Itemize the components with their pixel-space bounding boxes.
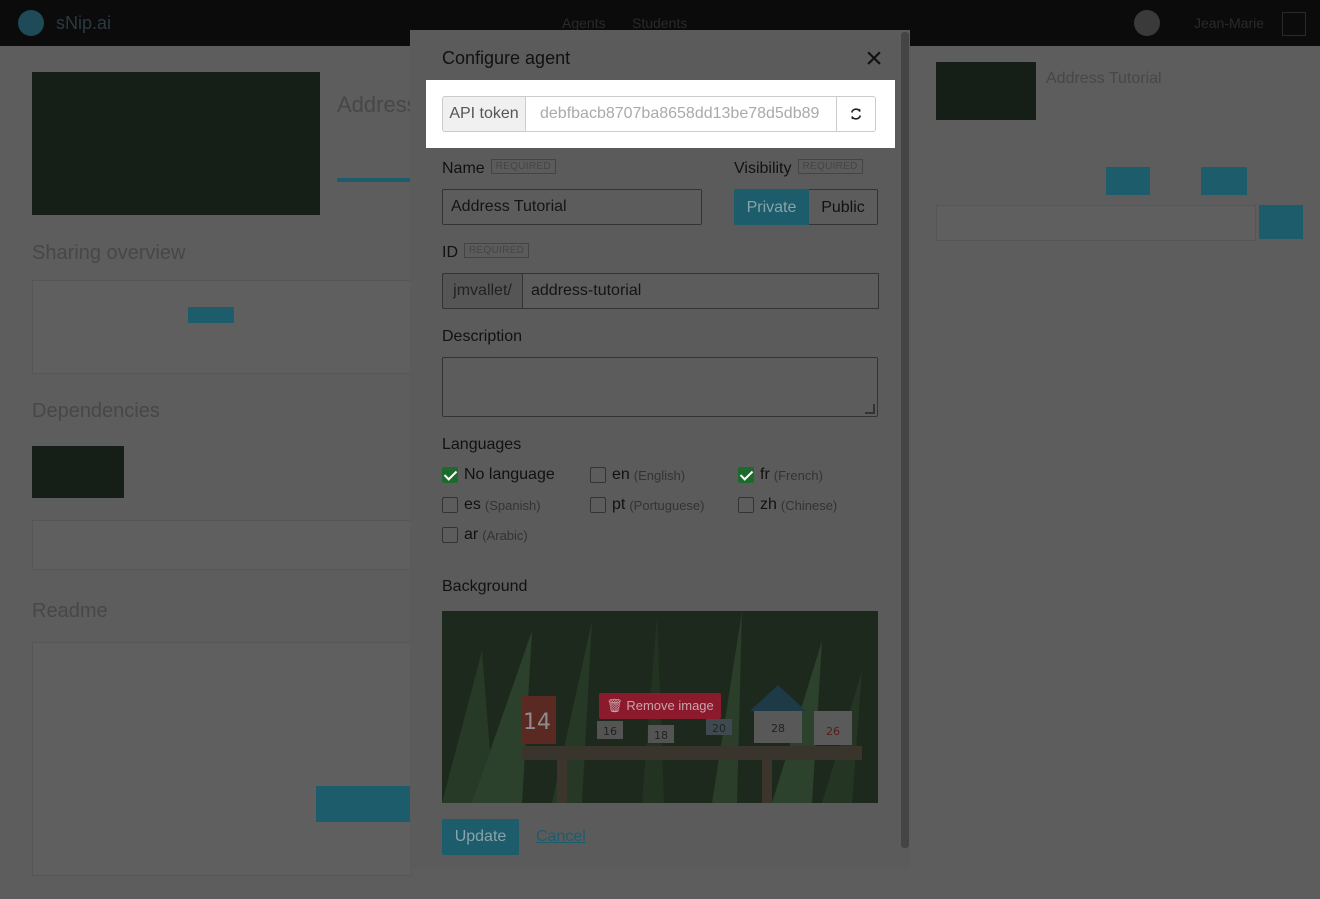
- required-tag: REQUIRED: [464, 243, 530, 259]
- checkbox-icon[interactable]: [442, 527, 458, 543]
- tab-indicator: [337, 178, 410, 182]
- language-option-none[interactable]: No language: [442, 466, 555, 484]
- language-option-zh[interactable]: zh (Chinese): [738, 496, 837, 514]
- visibility-toggle: Private Public: [734, 189, 878, 225]
- side-agent-thumbnail: [936, 62, 1036, 120]
- side-button-1[interactable]: [1106, 167, 1150, 195]
- required-tag: REQUIRED: [797, 159, 863, 175]
- side-agent-name: Address Tutorial: [1046, 70, 1162, 87]
- visibility-public-button[interactable]: Public: [809, 189, 878, 225]
- name-input[interactable]: Address Tutorial: [442, 189, 702, 225]
- checkbox-icon[interactable]: [590, 467, 606, 483]
- close-icon[interactable]: ×: [862, 44, 886, 74]
- languages-label: Languages: [442, 436, 522, 453]
- dependencies-heading: Dependencies: [32, 400, 160, 422]
- app-logo-icon[interactable]: [18, 10, 44, 36]
- mailbox-number: 16: [603, 725, 617, 738]
- user-avatar[interactable]: [1134, 10, 1160, 36]
- language-option-es[interactable]: es (Spanish): [442, 496, 541, 514]
- id-input[interactable]: address-tutorial: [523, 273, 879, 309]
- nav-students[interactable]: Students: [632, 15, 687, 31]
- update-button[interactable]: Update: [442, 819, 519, 855]
- nav-agents[interactable]: Agents: [562, 15, 606, 31]
- side-button-2[interactable]: [1201, 167, 1247, 195]
- resize-grip-icon[interactable]: [865, 404, 875, 414]
- trash-icon: 🗑︎: [606, 698, 623, 713]
- remove-image-button[interactable]: 🗑︎ Remove image: [599, 693, 721, 719]
- visibility-private-button[interactable]: Private: [734, 189, 809, 225]
- name-label: Name REQUIRED: [442, 159, 556, 178]
- readme-heading: Readme: [32, 600, 108, 622]
- dependency-thumbnail: [32, 446, 124, 498]
- checkbox-icon[interactable]: [442, 497, 458, 513]
- language-option-fr[interactable]: fr (French): [738, 466, 823, 484]
- checkbox-checked-icon[interactable]: [738, 467, 754, 483]
- mailbox-number: 14: [523, 710, 551, 735]
- agent-title: Address: [337, 92, 418, 117]
- api-token-label: API token: [442, 96, 525, 132]
- side-send-button[interactable]: [1259, 205, 1303, 239]
- id-group: jmvallet/ address-tutorial: [442, 273, 879, 309]
- readme-action-button[interactable]: [316, 786, 410, 822]
- id-prefix: jmvallet/: [442, 273, 523, 309]
- required-tag: REQUIRED: [490, 159, 556, 175]
- refresh-icon: [850, 108, 862, 120]
- modal-scrollbar[interactable]: [901, 32, 909, 848]
- app-logo-text: sNip.ai: [56, 13, 112, 33]
- agent-cover-image: [32, 72, 320, 215]
- mailbox-number: 20: [712, 722, 726, 735]
- sharing-overview-heading: Sharing overview: [32, 242, 186, 264]
- background-label: Background: [442, 578, 528, 595]
- background-image: 14 16 18 20 28 26 🗑︎ Remove image: [442, 611, 878, 803]
- api-token-group: API token debfbacb8707ba8658dd13be78d5db…: [442, 96, 876, 132]
- checkbox-checked-icon[interactable]: [442, 467, 458, 483]
- cancel-link[interactable]: Cancel: [536, 828, 586, 846]
- checkbox-icon[interactable]: [590, 497, 606, 513]
- readme-card: [32, 642, 412, 876]
- menu-icon[interactable]: [1282, 12, 1306, 36]
- language-option-pt[interactable]: pt (Portuguese): [590, 496, 705, 514]
- id-label: ID REQUIRED: [442, 243, 530, 262]
- owner-badge: [188, 307, 234, 323]
- checkbox-icon[interactable]: [738, 497, 754, 513]
- mailbox-number: 28: [771, 722, 785, 735]
- language-option-ar[interactable]: ar (Arabic): [442, 526, 528, 544]
- api-token-field[interactable]: debfbacb8707ba8658dd13be78d5db89: [525, 96, 837, 132]
- description-textarea[interactable]: [442, 357, 878, 417]
- refresh-token-button[interactable]: [837, 96, 876, 132]
- mailbox-number: 26: [826, 725, 840, 738]
- modal-title: Configure agent: [442, 48, 571, 68]
- side-input[interactable]: [936, 205, 1256, 241]
- user-name[interactable]: Jean-Marie: [1194, 15, 1264, 31]
- description-label: Description: [442, 328, 523, 345]
- visibility-label: Visibility REQUIRED: [734, 159, 863, 178]
- language-option-en[interactable]: en (English): [590, 466, 685, 484]
- sharing-card: [32, 280, 412, 374]
- add-dependency-row[interactable]: [32, 520, 412, 570]
- mailbox-number: 18: [654, 729, 668, 742]
